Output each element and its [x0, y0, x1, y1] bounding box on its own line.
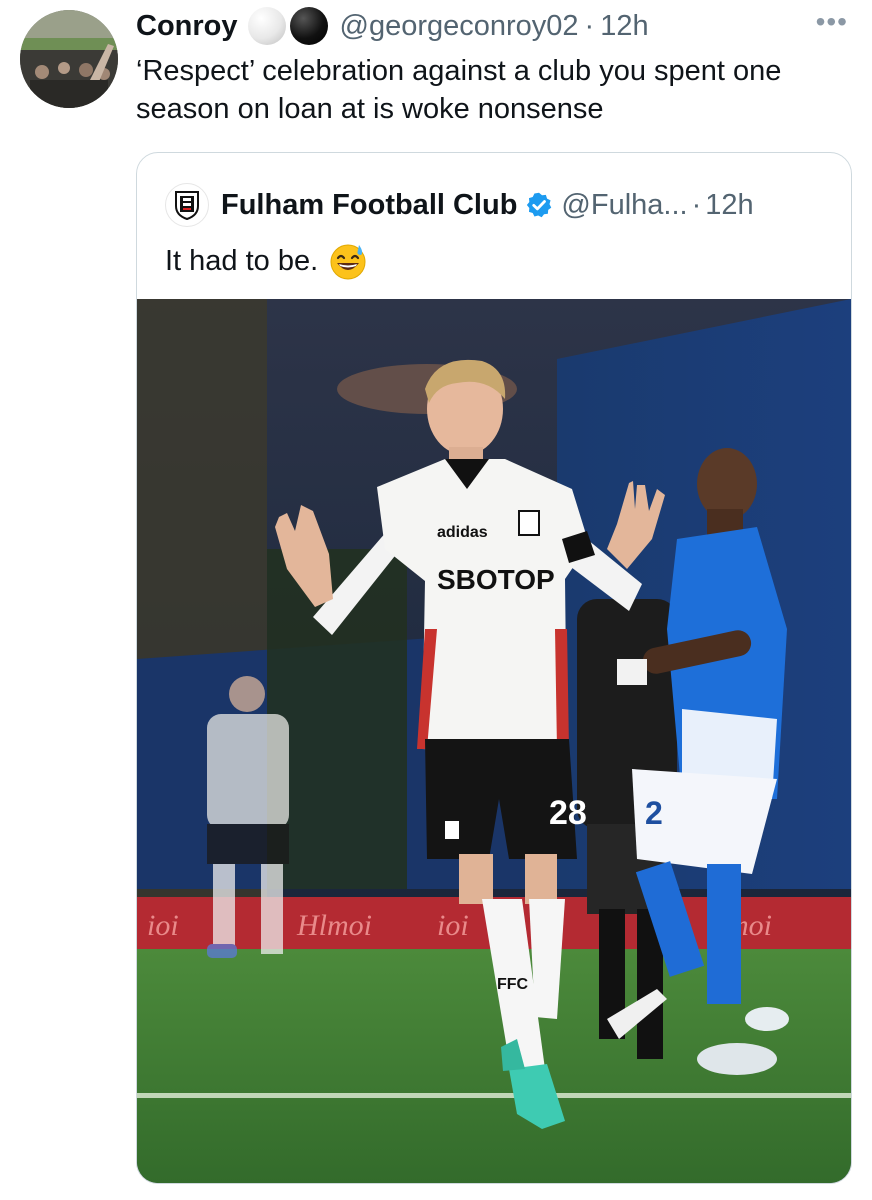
tweet-header: Conroy @georgeconroy02 · 12h — [136, 6, 649, 46]
svg-text:adidas: adidas — [437, 524, 488, 541]
svg-text:Hlmoi: Hlmoi — [296, 909, 372, 942]
quoted-tweet-text: It had to be. — [165, 244, 319, 277]
svg-text:2: 2 — [645, 795, 663, 831]
fulham-crest-icon[interactable] — [165, 183, 209, 227]
grinning-face-with-sweat-icon — [328, 241, 368, 281]
quoted-tweet-text-row: It had to be. — [165, 241, 368, 281]
name-emoji-group — [247, 7, 328, 45]
author-handle[interactable]: @georgeconroy02 — [340, 10, 579, 43]
quoted-author-handle[interactable]: @Fulha... — [561, 189, 687, 222]
quoted-separator-dot: · — [691, 188, 702, 221]
verified-badge-icon — [525, 191, 553, 219]
sock-text: FFC — [497, 976, 529, 993]
more-options-icon[interactable]: ••• — [816, 8, 848, 36]
quoted-tweet-header: Fulham Football Club @Fulha... · 12h — [165, 183, 754, 227]
author-name[interactable]: Conroy — [136, 10, 238, 43]
tweet-timestamp[interactable]: 12h — [600, 10, 648, 43]
quoted-timestamp[interactable]: 12h — [705, 189, 753, 222]
quoted-tweet-card[interactable]: Fulham Football Club @Fulha... · 12h It … — [136, 152, 852, 1184]
author-avatar[interactable] — [20, 10, 118, 108]
white-circle-icon — [247, 7, 286, 45]
black-circle-icon — [289, 7, 328, 45]
quoted-tweet-photo[interactable]: ioi Hlmoi ioi moi 2 SBOTOP adidas 28 FFC — [137, 299, 851, 1183]
quoted-author-name[interactable]: Fulham Football Club — [221, 189, 517, 222]
tweet-text: ‘Respect’ celebration against a club you… — [136, 55, 782, 125]
svg-text:ioi: ioi — [147, 909, 179, 942]
separator-dot: · — [584, 9, 595, 42]
svg-text:ioi: ioi — [437, 909, 469, 942]
player-number-text: 28 — [549, 794, 587, 832]
shirt-sponsor-text: SBOTOP — [437, 564, 555, 595]
